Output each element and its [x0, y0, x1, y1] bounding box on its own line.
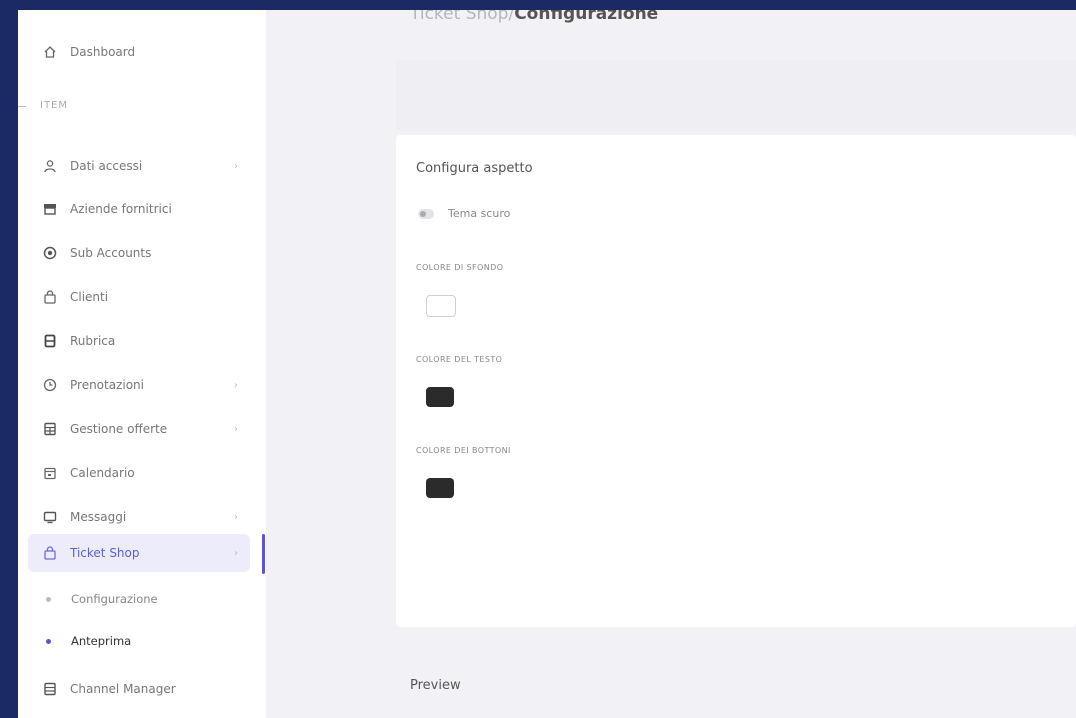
- header-band: [396, 60, 1076, 130]
- user-icon: [42, 158, 58, 174]
- chevron-right-icon: ›: [234, 379, 238, 391]
- bag-icon: [42, 289, 58, 305]
- sidebar-item-prenotazioni[interactable]: Prenotazioni ›: [28, 366, 250, 404]
- field-label-buttons: COLORE DEI BOTTONI: [416, 446, 511, 455]
- sidebar-subitem-label: Anteprima: [71, 634, 132, 648]
- shop-icon: [42, 545, 58, 561]
- message-icon: [42, 509, 58, 525]
- bullet-icon: [46, 638, 51, 644]
- sidebar-item-label: Rubrica: [70, 334, 116, 348]
- page-title: Configurazione: [514, 10, 659, 24]
- bullet-icon: [46, 596, 51, 602]
- section-divider: [18, 106, 26, 107]
- home-icon: [42, 44, 58, 60]
- sidebar-item-label: Dati accessi: [70, 159, 143, 173]
- sidebar-section-label: ITEM: [40, 100, 69, 111]
- active-indicator: [262, 534, 265, 574]
- config-card: Configura aspetto Tema scuro COLORE DI S…: [396, 135, 1076, 627]
- sidebar-item-aziende-fornitrici[interactable]: Aziende fornitrici: [28, 190, 250, 228]
- chevron-down-icon: ›: [234, 547, 238, 559]
- sidebar-subitem-label: Configurazione: [71, 592, 158, 606]
- sidebar-item-label: Clienti: [70, 290, 109, 304]
- sidebar-item-dati-accessi[interactable]: Dati accessi ›: [28, 147, 250, 185]
- book-icon: [42, 333, 58, 349]
- sidebar-item-sub-accounts[interactable]: Sub Accounts: [28, 234, 250, 272]
- sidebar-item-label: Ticket Shop: [70, 546, 140, 560]
- store-icon: [42, 201, 58, 217]
- sidebar-item-channel-manager[interactable]: Channel Manager: [28, 670, 250, 708]
- sidebar-item-label: Prenotazioni: [70, 378, 144, 392]
- chevron-right-icon: ›: [234, 423, 238, 435]
- field-label-background: COLORE DI SFONDO: [416, 263, 504, 272]
- breadcrumb: Ticket Shop/Configurazione: [410, 10, 658, 24]
- sidebar-item-label: Sub Accounts: [70, 246, 152, 260]
- app-window: Dashboard ITEM Dati accessi › Aziende fo…: [18, 10, 1076, 718]
- sidebar-item-label: Aziende fornitrici: [70, 202, 172, 216]
- sidebar-subitem-configurazione[interactable]: Configurazione: [46, 592, 158, 606]
- sidebar-item-messaggi[interactable]: Messaggi ›: [28, 498, 250, 536]
- calendar-icon: [42, 465, 58, 481]
- button-color-swatch[interactable]: [426, 478, 454, 498]
- globe-icon: [42, 245, 58, 261]
- sidebar-item-gestione-offerte[interactable]: Gestione offerte ›: [28, 410, 250, 448]
- sidebar-item-ticket-shop[interactable]: Ticket Shop ›: [28, 534, 250, 572]
- text-color-swatch[interactable]: [426, 387, 454, 407]
- clock-icon: [42, 377, 58, 393]
- breadcrumb-parent[interactable]: Ticket Shop/: [410, 10, 514, 24]
- field-label-text: COLORE DEL TESTO: [416, 355, 503, 364]
- sidebar-item-label: Gestione offerte: [70, 422, 168, 436]
- grid-icon: [42, 421, 58, 437]
- sidebar-item-clienti[interactable]: Clienti: [28, 278, 250, 316]
- background-color-swatch[interactable]: [426, 295, 456, 317]
- sidebar: Dashboard ITEM Dati accessi › Aziende fo…: [18, 10, 266, 718]
- sidebar-item-label: Messaggi: [70, 510, 127, 524]
- dark-theme-toggle[interactable]: [418, 208, 434, 219]
- sidebar-subitem-anteprima[interactable]: Anteprima: [46, 634, 131, 648]
- card-title: Configura aspetto: [416, 161, 533, 176]
- chevron-right-icon: ›: [234, 160, 238, 172]
- sidebar-item-dashboard[interactable]: Dashboard: [28, 33, 250, 71]
- sidebar-item-label: Calendario: [70, 466, 135, 480]
- sidebar-item-rubrica[interactable]: Rubrica: [28, 322, 250, 360]
- channel-icon: [42, 681, 58, 697]
- sidebar-item-label: Dashboard: [70, 45, 136, 59]
- preview-title: Preview: [410, 678, 461, 693]
- sidebar-item-calendario[interactable]: Calendario: [28, 454, 250, 492]
- dark-theme-toggle-row: Tema scuro: [418, 207, 510, 220]
- sidebar-item-label: Channel Manager: [70, 682, 176, 696]
- toggle-label: Tema scuro: [448, 207, 511, 220]
- chevron-right-icon: ›: [234, 511, 238, 523]
